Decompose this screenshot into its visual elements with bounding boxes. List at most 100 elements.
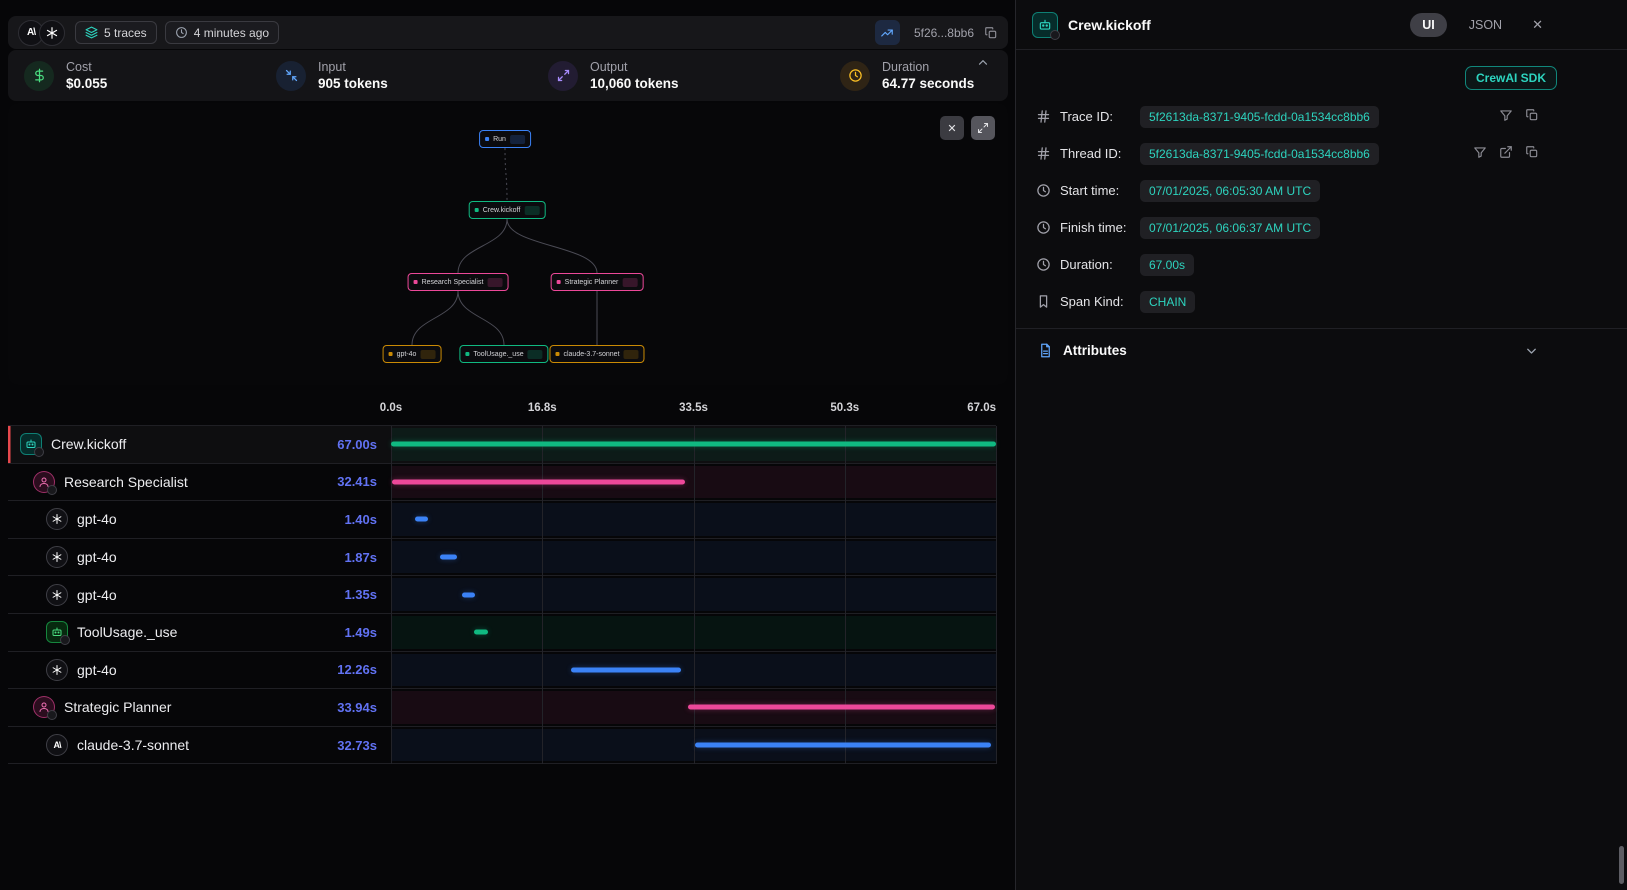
copy-button[interactable] [1525, 145, 1539, 162]
span-name: Crew.kickoff [51, 436, 337, 452]
timeline-bar[interactable] [571, 667, 682, 672]
clock-icon [1036, 220, 1052, 235]
timeline-bar[interactable] [440, 555, 457, 560]
anthropic-icon: A\ [46, 734, 68, 756]
graph-node-tool[interactable]: ToolUsage._use [459, 345, 548, 363]
span-duration: 1.49s [344, 625, 391, 640]
tab-json[interactable]: JSON [1457, 13, 1514, 37]
timeline-waterfall: 0.0s16.8s33.5s50.3s67.0s Crew.kickoff67.… [8, 393, 996, 764]
timeline-bar[interactable] [415, 517, 428, 522]
stat-label: Input [318, 60, 388, 74]
node-dot [555, 352, 559, 356]
field-label: Finish time: [1060, 220, 1132, 235]
filter-button[interactable] [1499, 108, 1513, 125]
openai-icon [45, 26, 59, 40]
graph-node-crew[interactable]: Crew.kickoff [469, 201, 546, 219]
bookmark-icon [1036, 294, 1052, 309]
stat-value: 10,060 tokens [590, 76, 679, 91]
copy-icon [1525, 108, 1539, 125]
filter-button[interactable] [1473, 145, 1487, 162]
traces-count-badge[interactable]: 5 traces [75, 21, 157, 44]
timeline-bar[interactable] [392, 479, 685, 484]
graph-node-run[interactable]: Run [479, 130, 531, 148]
gridline [542, 426, 543, 764]
span-name: gpt-4o [77, 549, 344, 565]
stat-label: Duration [882, 60, 974, 74]
gridline [996, 426, 997, 764]
timeline-row[interactable]: Research Specialist32.41s [8, 464, 996, 502]
gridline [845, 426, 846, 764]
timeline-axis: 0.0s16.8s33.5s50.3s67.0s [8, 393, 996, 425]
axis-tick: 0.0s [380, 402, 402, 414]
timeline-row[interactable]: gpt-4o1.87s [8, 539, 996, 577]
span-duration: 1.40s [344, 512, 391, 527]
span-duration: 33.94s [337, 700, 391, 715]
node-label: Strategic Planner [565, 279, 619, 286]
timeline-bar[interactable] [695, 743, 991, 748]
field-label: Span Kind: [1060, 294, 1132, 309]
stat-input: Input905 tokens [276, 60, 548, 91]
trace-header-bar: A\ 5 traces 4 minutes ago 5f26...8bb6 [8, 16, 1008, 49]
panel-header: Crew.kickoff UI JSON ✕ [1016, 0, 1627, 50]
graph-node-research[interactable]: Research Specialist [408, 273, 509, 291]
external-button[interactable] [1499, 145, 1513, 162]
stat-value: 64.77 seconds [882, 76, 974, 91]
field-label: Duration: [1060, 257, 1132, 272]
arrowsIn-icon [276, 61, 306, 91]
node-status-pill [510, 135, 525, 144]
tab-ui[interactable]: UI [1410, 13, 1447, 37]
hash-icon [1036, 146, 1052, 161]
timeline-row[interactable]: gpt-4o1.35s [8, 576, 996, 614]
stat-cost: Cost$0.055 [24, 60, 276, 91]
field-value-chip[interactable]: 07/01/2025, 06:05:30 AM UTC [1140, 180, 1320, 202]
node-label: ToolUsage._use [473, 351, 523, 358]
span-duration: 1.35s [344, 587, 391, 602]
span-name: gpt-4o [77, 587, 344, 603]
stats-bar: Cost$0.055Input905 tokensOutput10,060 to… [8, 50, 1008, 101]
field-value-chip[interactable]: 67.00s [1140, 254, 1194, 276]
node-status-pill [524, 206, 539, 215]
graph-node-gpt[interactable]: gpt-4o [383, 345, 442, 363]
span-duration: 1.87s [344, 550, 391, 565]
timeline-row[interactable]: Crew.kickoff67.00s [8, 426, 996, 464]
copy-button[interactable] [1525, 108, 1539, 125]
axis-tick: 67.0s [967, 402, 996, 414]
field-value-chip[interactable]: 5f2613da-8371-9405-fcdd-0a1534cc8bb6 [1140, 106, 1379, 128]
span-name: Research Specialist [64, 474, 337, 490]
timeline-row[interactable]: Strategic Planner33.94s [8, 689, 996, 727]
span-name: ToolUsage._use [77, 624, 344, 640]
field-value-chip[interactable]: 5f2613da-8371-9405-fcdd-0a1534cc8bb6 [1140, 143, 1379, 165]
timeline-row[interactable]: gpt-4o1.40s [8, 501, 996, 539]
node-status-pill [622, 278, 637, 287]
timeline-bar[interactable] [391, 442, 996, 447]
openai-icon [46, 508, 68, 530]
span-duration: 32.41s [337, 474, 391, 489]
openai-icon [46, 659, 68, 681]
collapse-stats-button[interactable] [976, 56, 990, 73]
scrollbar-thumb[interactable] [1619, 846, 1624, 884]
copy-icon [984, 26, 998, 40]
clock-icon [1036, 257, 1052, 272]
graph-node-claude[interactable]: claude-3.7-sonnet [549, 345, 644, 363]
gridline [694, 426, 695, 764]
openai-icon [46, 584, 68, 606]
close-panel-button[interactable]: ✕ [1532, 17, 1543, 33]
metrics-chart-button[interactable] [875, 20, 900, 45]
arrowsOut-icon [548, 61, 578, 91]
field-value-chip[interactable]: CHAIN [1140, 291, 1195, 313]
attributes-section-toggle[interactable]: Attributes [1016, 328, 1627, 372]
timeline-row[interactable]: ToolUsage._use1.49s [8, 614, 996, 652]
close-graph-button[interactable]: ✕ [940, 116, 964, 140]
timeline-row[interactable]: gpt-4o12.26s [8, 652, 996, 690]
timeline-bar[interactable] [474, 630, 487, 635]
timeline-row[interactable]: A\claude-3.7-sonnet32.73s [8, 727, 996, 765]
node-status-pill [487, 278, 502, 287]
field-value-chip[interactable]: 07/01/2025, 06:06:37 AM UTC [1140, 217, 1320, 239]
graph-node-strategic[interactable]: Strategic Planner [551, 273, 644, 291]
expand-graph-button[interactable] [971, 116, 995, 140]
copy-trace-id-button[interactable] [984, 26, 998, 40]
node-label: claude-3.7-sonnet [563, 351, 619, 358]
timeline-bar[interactable] [462, 592, 474, 597]
axis-tick: 50.3s [830, 402, 859, 414]
timeline-bar[interactable] [688, 705, 994, 710]
